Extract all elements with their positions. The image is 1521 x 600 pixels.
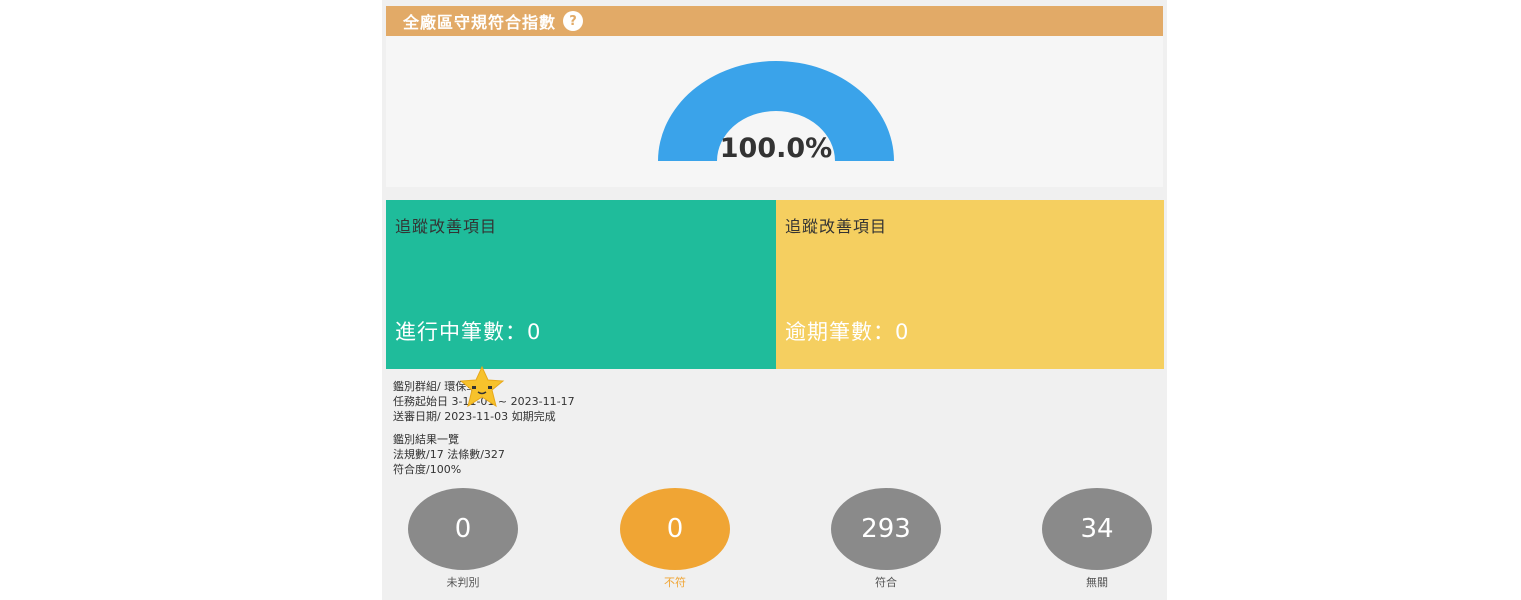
compliant-count-button[interactable]: 293 [831, 488, 941, 570]
tracking-in-progress-card[interactable]: 追蹤改善項目 進行中筆數：0 [386, 200, 776, 369]
irrelevant-label: 無關 [1086, 576, 1108, 589]
unjudged-label: 未判別 [446, 576, 480, 589]
gauge-value: 100.0% [719, 133, 833, 164]
summary-compliant: 293 符合 [831, 488, 941, 590]
irrelevant-count-button[interactable]: 34 [1042, 488, 1152, 570]
gauge-container: 100.0% [386, 36, 1163, 187]
unjudged-count-button[interactable]: 0 [408, 488, 518, 570]
summary-irrelevant: 34 無關 [1042, 488, 1152, 590]
noncompliant-label: 不符 [664, 576, 686, 589]
gauge-chart [658, 61, 894, 161]
in-progress-count: 進行中筆數：0 [395, 320, 542, 344]
overdue-count: 逾期筆數：0 [785, 320, 910, 344]
card-title: 追蹤改善項目 [395, 217, 498, 236]
compliant-label: 符合 [875, 576, 897, 589]
info-submit-date: 送審日期/ 2023-11-03 如期完成 [393, 410, 556, 423]
panel-title: 全廠區守規符合指數 [403, 13, 557, 32]
info-result-heading: 鑑別結果一覽 [393, 433, 459, 446]
summary-unjudged: 0 未判別 [408, 488, 518, 590]
card-title: 追蹤改善項目 [785, 217, 888, 236]
star-mascot-icon [459, 366, 505, 408]
compliance-panel: 全廠區守規符合指數 ? 100.0% 追蹤改善項目 進行中筆數：0 追蹤改善項目… [382, 0, 1167, 600]
summary-noncompliant: 0 不符 [620, 488, 730, 590]
noncompliant-count-button[interactable]: 0 [620, 488, 730, 570]
tracking-overdue-card[interactable]: 追蹤改善項目 逾期筆數：0 [776, 200, 1164, 369]
panel-header: 全廠區守規符合指數 ? [386, 6, 1163, 36]
help-icon[interactable]: ? [563, 11, 584, 31]
info-compliance-rate: 符合度/100% [393, 463, 462, 476]
info-regulation-count: 法規數/17 法條數/327 [393, 448, 505, 461]
